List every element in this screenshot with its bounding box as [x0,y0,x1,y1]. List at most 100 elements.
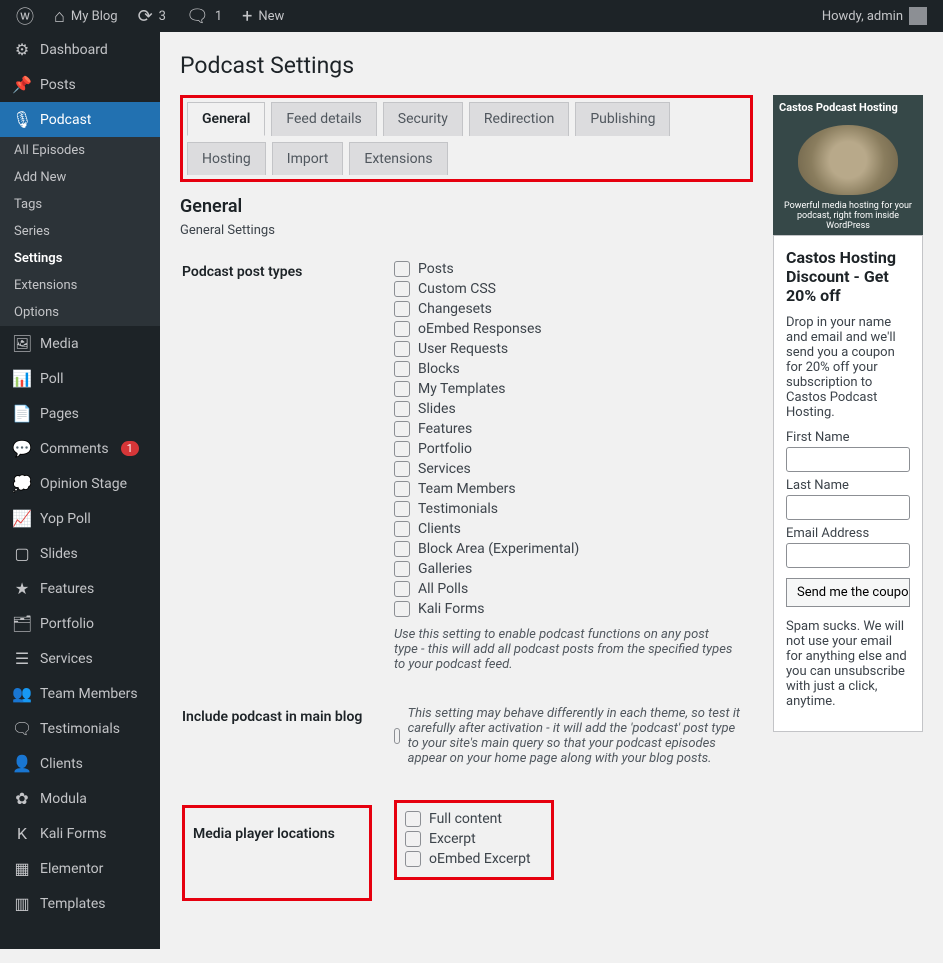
post-type-checkbox[interactable] [394,521,410,537]
menu-icon: ☰ [12,649,32,668]
submenu-item-settings[interactable]: Settings [0,245,160,272]
menu-item-podcast[interactable]: 🎙 Podcast [0,102,160,137]
menu-item-services[interactable]: ☰Services [0,641,160,676]
post-type-checkbox[interactable] [394,321,410,337]
post-type-checkbox[interactable] [394,401,410,417]
submenu-item-series[interactable]: Series [0,218,160,245]
post-type-checkbox[interactable] [394,541,410,557]
send-coupon-button[interactable]: Send me the coupon [786,578,910,607]
media-location-checkbox[interactable] [405,831,421,847]
post-type-label: Changesets [418,301,492,317]
post-type-checkbox[interactable] [394,601,410,617]
tab-extensions[interactable]: Extensions [349,142,447,175]
post-type-checkbox[interactable] [394,581,410,597]
menu-label: Poll [40,371,64,387]
menu-icon: K [12,824,32,843]
include-checkbox[interactable] [394,728,400,744]
last-name-input[interactable] [786,495,910,520]
post-type-checkbox[interactable] [394,381,410,397]
post-type-checkbox[interactable] [394,301,410,317]
menu-item-portfolio[interactable]: 🗂Portfolio [0,606,160,641]
tab-general[interactable]: General [187,102,265,136]
post-type-row: Team Members [394,479,741,499]
post-type-checkbox[interactable] [394,421,410,437]
menu-item-team-members[interactable]: 👥Team Members [0,676,160,711]
menu-icon: 👥 [12,684,32,703]
wp-logo[interactable]: ⓦ [8,3,42,29]
post-type-row: Posts [394,259,741,279]
menu-item-yop-poll[interactable]: 📈Yop Poll [0,501,160,536]
menu-item-pages[interactable]: 📄Pages [0,396,160,431]
post-type-checkbox[interactable] [394,561,410,577]
plus-icon: + [242,6,252,27]
submenu-item-tags[interactable]: Tags [0,191,160,218]
menu-item-posts[interactable]: 📌Posts [0,67,160,102]
menu-item-poll[interactable]: 📊Poll [0,361,160,396]
update-icon: ⟳ [138,6,153,27]
post-type-checkbox[interactable] [394,501,410,517]
menu-icon: 📈 [12,509,32,528]
post-type-checkbox[interactable] [394,361,410,377]
new-content-link[interactable]: + New [234,6,292,27]
post-type-row: Changesets [394,299,741,319]
post-type-checkbox[interactable] [394,341,410,357]
menu-icon: 🎙 [12,110,32,129]
tab-feed-details[interactable]: Feed details [271,102,376,136]
menu-item-dashboard[interactable]: ⚙Dashboard [0,32,160,67]
menu-item-testimonials[interactable]: 🗨Testimonials [0,711,160,746]
menu-item-modula[interactable]: ✿Modula [0,781,160,816]
submenu-item-all-episodes[interactable]: All Episodes [0,137,160,164]
menu-item-comments[interactable]: 💬Comments1 [0,431,160,466]
post-type-checkbox[interactable] [394,481,410,497]
menu-item-kali-forms[interactable]: KKali Forms [0,816,160,851]
menu-item-opinion-stage[interactable]: 💭Opinion Stage [0,466,160,501]
post-type-row: All Polls [394,579,741,599]
post-type-row: Features [394,419,741,439]
post-type-checkbox[interactable] [394,281,410,297]
menu-icon: 💭 [12,474,32,493]
menu-icon: ★ [12,579,32,598]
menu-icon: 🗨 [12,719,32,738]
email-label: Email Address [786,526,910,541]
updates-link[interactable]: ⟳3 [130,6,174,27]
post-type-checkbox[interactable] [394,461,410,477]
submenu-item-add-new[interactable]: Add New [0,164,160,191]
menu-item-slides[interactable]: ▢Slides [0,536,160,571]
menu-icon: ▥ [12,894,32,913]
menu-item-features[interactable]: ★Features [0,571,160,606]
section-subheading: General Settings [180,223,753,238]
menu-icon: 📄 [12,404,32,423]
tab-hosting[interactable]: Hosting [187,142,266,175]
menu-label: Slides [40,546,78,562]
castos-discount-box: Castos Hosting Discount - Get 20% off Dr… [773,235,923,732]
menu-label: Podcast [40,112,91,128]
howdy-link[interactable]: Howdy, admin [814,7,935,25]
site-name-link[interactable]: ⌂My Blog [46,6,126,27]
castos-promo-image: Castos Podcast Hosting Powerful media ho… [773,95,923,235]
post-type-checkbox[interactable] [394,261,410,277]
menu-item-media[interactable]: 🖼Media [0,326,160,361]
email-input[interactable] [786,543,910,568]
submenu: All EpisodesAdd NewTagsSeriesSettingsExt… [0,137,160,326]
tab-redirection[interactable]: Redirection [469,102,569,136]
tab-import[interactable]: Import [272,142,344,175]
new-label: New [258,9,284,24]
submenu-item-extensions[interactable]: Extensions [0,272,160,299]
tab-security[interactable]: Security [383,102,463,136]
tab-publishing[interactable]: Publishing [575,102,670,136]
first-name-input[interactable] [786,447,910,472]
post-type-checkbox[interactable] [394,441,410,457]
post-type-label: Team Members [418,481,516,497]
include-label: Include podcast in main blog [182,689,382,783]
post-type-label: Services [418,461,471,477]
discount-heading: Castos Hosting Discount - Get 20% off [786,248,910,305]
menu-item-clients[interactable]: 👤Clients [0,746,160,781]
media-location-checkbox[interactable] [405,851,421,867]
comments-link[interactable]: 🗨1 [178,6,230,27]
menu-item-elementor[interactable]: ▦Elementor [0,851,160,886]
updates-count: 3 [159,9,166,24]
submenu-item-options[interactable]: Options [0,299,160,326]
media-location-checkbox[interactable] [405,811,421,827]
post-type-label: Posts [418,261,454,277]
menu-item-templates[interactable]: ▥Templates [0,886,160,921]
